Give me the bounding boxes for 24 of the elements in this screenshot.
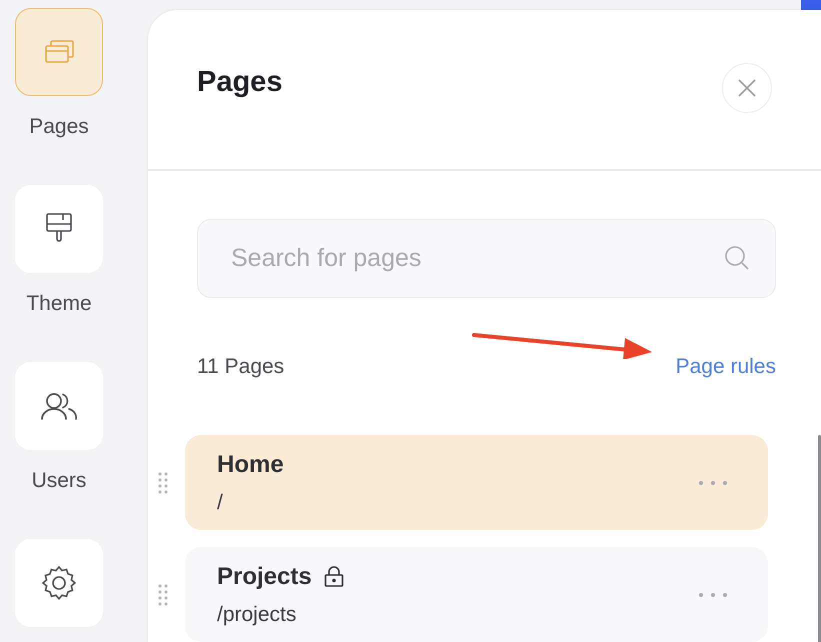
page-name: Projects — [217, 562, 312, 590]
nav-label: Theme — [25, 292, 93, 316]
page-path: /projects — [217, 602, 298, 626]
page-rules-link[interactable]: Page rules — [676, 355, 776, 379]
page-item[interactable]: Projects /projects — [185, 547, 768, 642]
scrollbar[interactable] — [818, 435, 821, 642]
page-count: 11 Pages — [197, 355, 284, 379]
users-icon — [39, 391, 79, 421]
page-item[interactable]: Home / — [185, 435, 768, 530]
panel-title: Pages — [197, 65, 282, 99]
drag-handle-icon[interactable] — [158, 471, 168, 495]
page-name: Home — [217, 450, 284, 478]
nav-button[interactable] — [15, 362, 103, 450]
close-icon — [738, 79, 756, 97]
search-icon — [724, 245, 750, 271]
search-field[interactable]: Search for pages — [197, 219, 776, 298]
close-button[interactable] — [722, 63, 772, 113]
page-path: / — [217, 490, 224, 514]
nav-label: Pages — [28, 115, 90, 139]
nav-button[interactable] — [15, 539, 103, 627]
windows-icon — [43, 38, 75, 66]
settings-icon — [41, 565, 77, 601]
drag-handle-icon[interactable] — [158, 583, 168, 607]
nav-label: Users — [30, 469, 88, 493]
